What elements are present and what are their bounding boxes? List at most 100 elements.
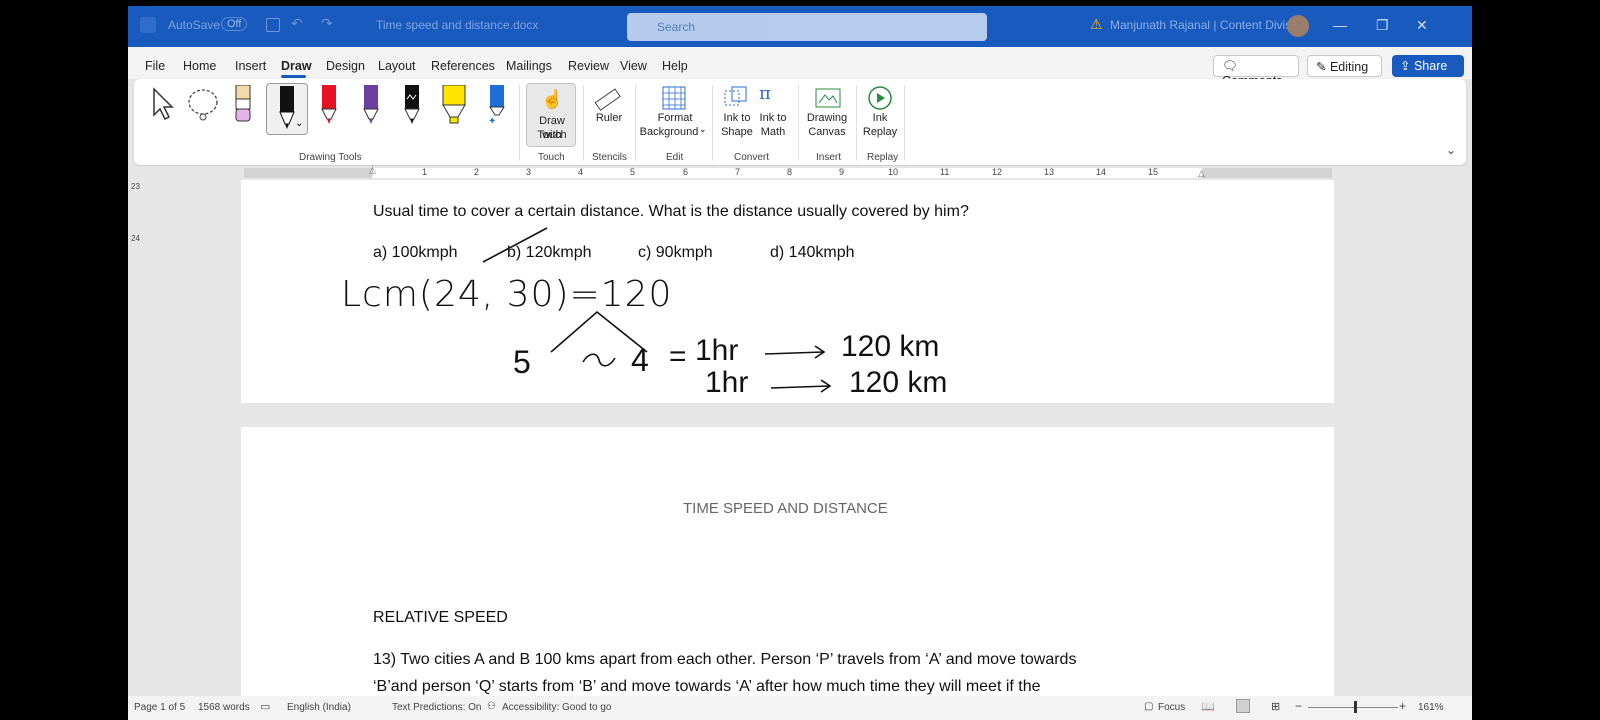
comments-button[interactable]: 🗨 Comments	[1213, 55, 1299, 88]
tab-mailings[interactable]: Mailings	[506, 59, 552, 73]
ruler-icon[interactable]	[594, 87, 622, 113]
action-pen-icon[interactable]: ✦	[486, 85, 508, 125]
horizontal-ruler[interactable]: 1 2 3 4 5 6 7 8 9 10 11 12 13 14 15 ⏃ △	[128, 166, 1472, 180]
document-page-2[interactable]: TIME SPEED AND DISTANCE RELATIVE SPEED 1…	[241, 427, 1334, 696]
tab-help[interactable]: Help	[662, 59, 688, 73]
search-placeholder: Search	[657, 20, 696, 34]
right-indent-marker[interactable]: △	[1198, 168, 1205, 179]
ink-to-math-label-1[interactable]: Ink to	[756, 111, 790, 125]
svg-text:✦: ✦	[488, 116, 496, 125]
user-name[interactable]: Manjunath Rajanal | Content Division	[1110, 18, 1307, 32]
ruler-tick: 7	[735, 167, 741, 177]
zoom-slider[interactable]	[1308, 707, 1398, 708]
drawing-canvas-label-2[interactable]: Canvas	[804, 125, 850, 139]
tab-references[interactable]: References	[431, 59, 495, 73]
ruler-tick: 11	[940, 167, 950, 177]
accessibility-status[interactable]: Accessibility: Good to go	[502, 702, 612, 713]
word-count[interactable]: 1568 words	[198, 702, 250, 713]
tab-home[interactable]: Home	[183, 59, 216, 73]
tab-design[interactable]: Design	[326, 59, 365, 73]
ruler-label[interactable]: Ruler	[594, 111, 624, 125]
ruler-tick: 13	[1044, 167, 1055, 177]
zoom-level[interactable]: 161%	[1418, 702, 1444, 713]
collapse-ribbon-icon[interactable]: ⌄	[1446, 143, 1456, 157]
proofing-icon[interactable]: ▭	[260, 700, 270, 713]
ink-replay-icon[interactable]	[867, 85, 893, 111]
tab-insert[interactable]: Insert	[235, 59, 266, 73]
format-background-icon[interactable]	[661, 85, 687, 111]
document-page-1[interactable]: Usual time to cover a certain distance. …	[241, 180, 1334, 403]
autosave-label: AutoSave	[168, 18, 221, 32]
zoom-slider-thumb[interactable]	[1354, 701, 1357, 713]
drawing-canvas-label-1[interactable]: Drawing	[804, 111, 850, 125]
save-icon[interactable]	[266, 18, 280, 32]
tab-review[interactable]: Review	[568, 59, 609, 73]
ink-replay-label-1[interactable]: Ink	[864, 111, 896, 125]
separator	[798, 85, 799, 161]
print-layout-icon[interactable]	[1236, 699, 1250, 713]
ruler-tick: 15	[1148, 167, 1159, 177]
page-count[interactable]: Page 1 of 5	[134, 702, 185, 713]
title-bar: AutoSave Off ↶ ↷ Time speed and distance…	[128, 6, 1472, 47]
tab-file[interactable]: File	[145, 59, 165, 73]
pencil-icon: ✎	[1316, 60, 1327, 74]
format-background-label-2[interactable]: Background	[638, 125, 700, 139]
ink-to-math-label-2[interactable]: Math	[756, 125, 790, 139]
autosave-toggle[interactable]: Off	[221, 17, 248, 31]
ruler-tick: 14	[1096, 167, 1107, 177]
red-pen-icon[interactable]	[319, 85, 339, 125]
ruler-tick: 6	[683, 167, 689, 177]
share-button[interactable]: ⇪ Share	[1392, 55, 1464, 77]
minimize-icon[interactable]: —	[1333, 17, 1347, 33]
zoom-out-icon[interactable]: −	[1295, 699, 1302, 713]
indent-marker[interactable]: ⏃	[368, 164, 377, 177]
drawing-canvas-icon[interactable]	[814, 85, 842, 111]
galaxy-pen-icon[interactable]	[402, 85, 422, 125]
ruler-tick: 8	[787, 167, 793, 177]
eraser-pen-icon[interactable]	[232, 85, 254, 125]
editing-mode-button[interactable]: ✎ Editing ⌄	[1307, 55, 1382, 87]
purple-pen-icon[interactable]	[361, 85, 381, 125]
warning-icon[interactable]: ⚠	[1090, 16, 1103, 33]
ink-distance-1: 120 km	[841, 330, 940, 363]
black-pen-button[interactable]: ⌄	[266, 83, 308, 135]
vertical-ruler[interactable]: 23 24	[128, 180, 144, 416]
separator	[583, 85, 584, 161]
ink-to-shape-label-1[interactable]: Ink to	[720, 111, 754, 125]
avatar[interactable]	[1287, 15, 1309, 37]
option-a: a) 100kmph	[373, 244, 458, 261]
read-mode-icon[interactable]: 📖	[1201, 700, 1215, 713]
ink-distance-2: 120 km	[849, 366, 948, 399]
yellow-highlighter-icon[interactable]	[441, 85, 467, 125]
text-predictions[interactable]: Text Predictions: On	[392, 702, 481, 713]
ink-replay-label-2[interactable]: Replay	[860, 125, 900, 139]
redo-icon[interactable]: ↷	[321, 15, 333, 32]
restore-icon[interactable]: ❐	[1376, 17, 1389, 34]
ink-to-shape-label-2[interactable]: Shape	[718, 125, 756, 139]
language[interactable]: English (India)	[287, 702, 351, 713]
tab-view[interactable]: View	[620, 59, 647, 73]
select-arrow-icon[interactable]	[148, 87, 178, 121]
ruler-tick: 2	[474, 167, 480, 177]
close-icon[interactable]: ✕	[1416, 17, 1428, 34]
ink-four: 4	[631, 342, 649, 378]
word-logo-icon	[140, 17, 156, 33]
draw-with-touch-button[interactable]: ☝ Draw with Touch	[526, 83, 576, 147]
lasso-select-icon[interactable]	[186, 87, 220, 123]
format-background-label-1[interactable]: Format	[644, 111, 706, 125]
ink-to-math-icon[interactable]: π	[759, 83, 771, 104]
group-replay: Replay	[867, 152, 899, 163]
ink-ratio-symbol	[582, 353, 616, 367]
ink-to-shape-icon[interactable]	[722, 85, 750, 111]
undo-icon[interactable]: ↶	[291, 15, 303, 32]
separator	[635, 85, 636, 161]
search-box[interactable]: Search	[627, 13, 987, 41]
draw-with-touch-label-2: Touch	[537, 129, 567, 141]
tab-layout[interactable]: Layout	[378, 59, 416, 73]
question-13-line-2: ‘B’and person ‘Q’ starts from ‘B’ and mo…	[373, 678, 1041, 695]
document-title[interactable]: Time speed and distance.docx	[376, 18, 538, 32]
web-layout-icon[interactable]: ⊞	[1271, 700, 1280, 713]
zoom-in-icon[interactable]: +	[1399, 699, 1406, 713]
tab-draw[interactable]: Draw	[281, 59, 312, 73]
focus-button[interactable]: Focus	[1158, 702, 1185, 713]
